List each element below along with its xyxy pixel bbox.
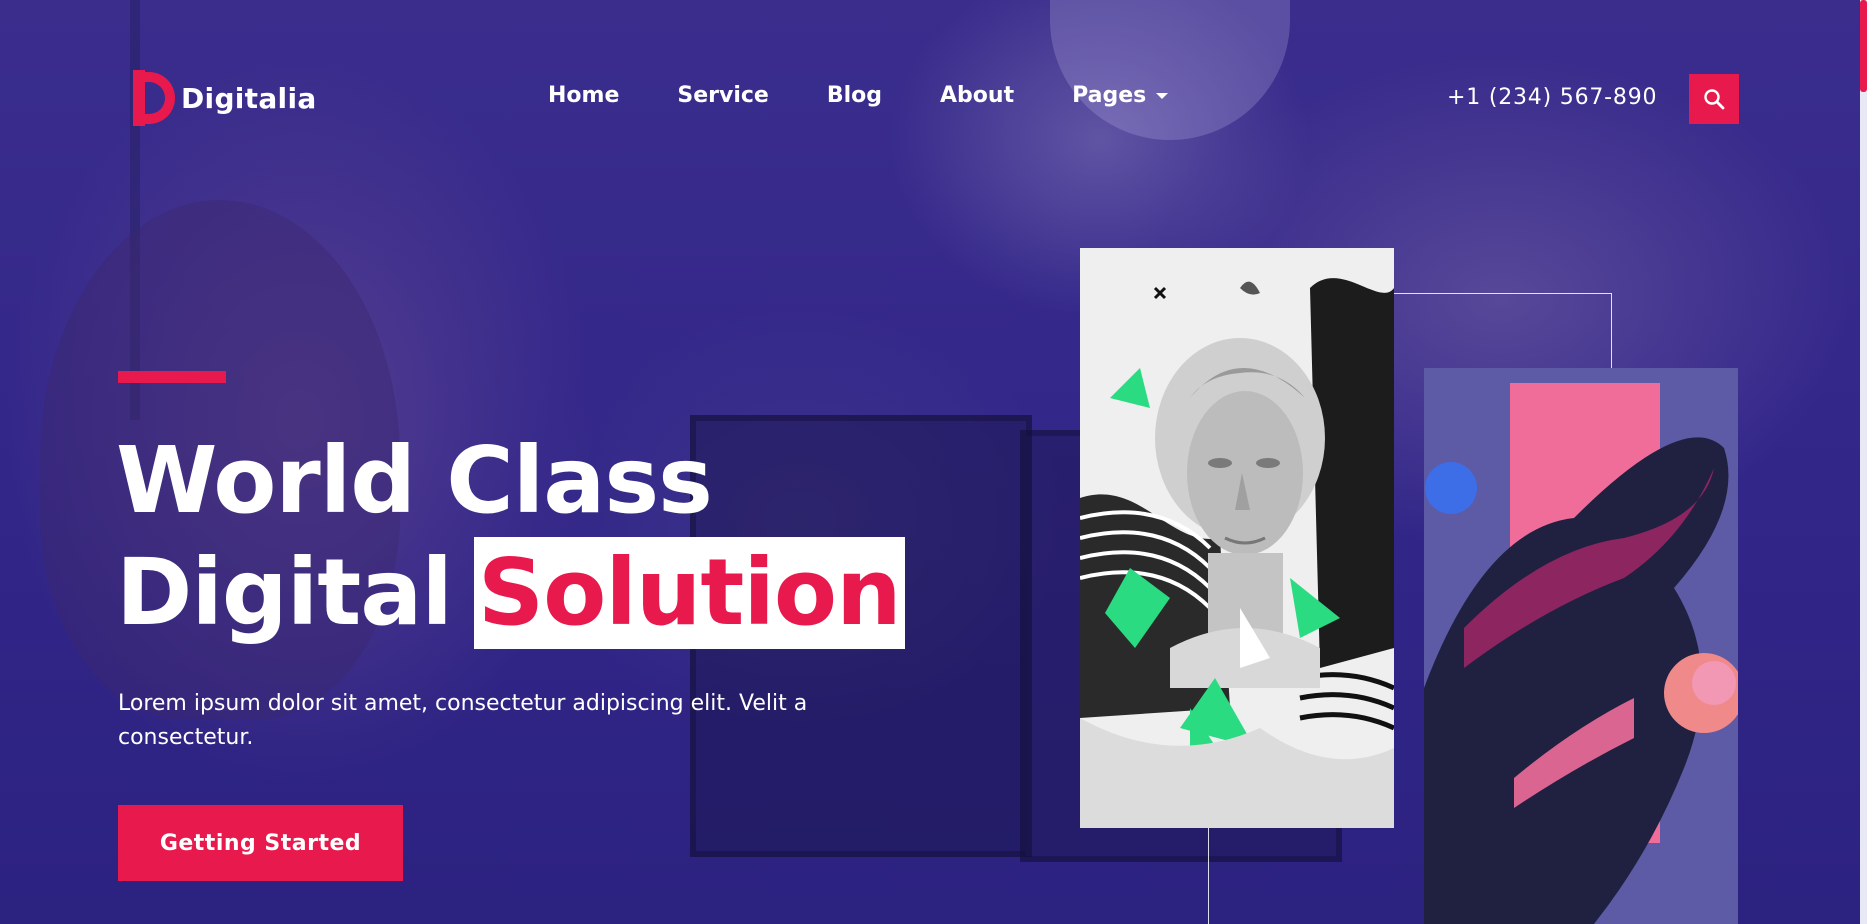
hero-section: Digitalia Home Service Blog About Pages …: [0, 0, 1860, 924]
headline-highlight: Solution: [473, 537, 905, 649]
search-button[interactable]: [1689, 74, 1739, 124]
search-icon: [1704, 89, 1725, 110]
nav-item-label: Home: [548, 83, 620, 108]
getting-started-button[interactable]: Getting Started: [118, 805, 403, 881]
brand-name: Digitalia: [181, 81, 317, 115]
nav-item-service[interactable]: Service: [677, 83, 768, 108]
phone-number[interactable]: +1 (234) 567-890: [1447, 85, 1657, 110]
headline-line-2: Digital Solution: [116, 537, 905, 649]
abstract-sculpture-image: [1424, 368, 1738, 924]
nav-item-blog[interactable]: Blog: [827, 83, 882, 108]
logo-mark-icon: [133, 70, 175, 126]
brand-logo[interactable]: Digitalia: [133, 70, 317, 126]
scrollbar-thumb[interactable]: [1860, 0, 1867, 92]
headline-line-1: World Class: [116, 427, 713, 534]
main-nav: Home Service Blog About Pages: [548, 83, 1226, 108]
nav-item-label: Pages: [1072, 83, 1147, 108]
accent-bar: [118, 371, 226, 383]
caret-down-icon: [1156, 92, 1169, 99]
nav-item-label: Service: [677, 83, 769, 108]
page-scrollbar[interactable]: [1860, 0, 1867, 924]
background-window: [20, 0, 140, 420]
nav-item-pages[interactable]: Pages: [1072, 83, 1169, 108]
hero-headline: World Class Digital Solution: [116, 425, 905, 649]
headline-prefix: Digital: [116, 539, 453, 646]
nav-item-home[interactable]: Home: [548, 83, 619, 108]
nav-item-label: Blog: [826, 83, 883, 108]
background-lamp: [1050, 0, 1290, 140]
statue-collage-image: [1080, 248, 1394, 828]
hero-subtext: Lorem ipsum dolor sit amet, consectetur …: [118, 691, 808, 750]
nav-item-label: About: [940, 83, 1015, 108]
nav-item-about[interactable]: About: [940, 83, 1014, 108]
